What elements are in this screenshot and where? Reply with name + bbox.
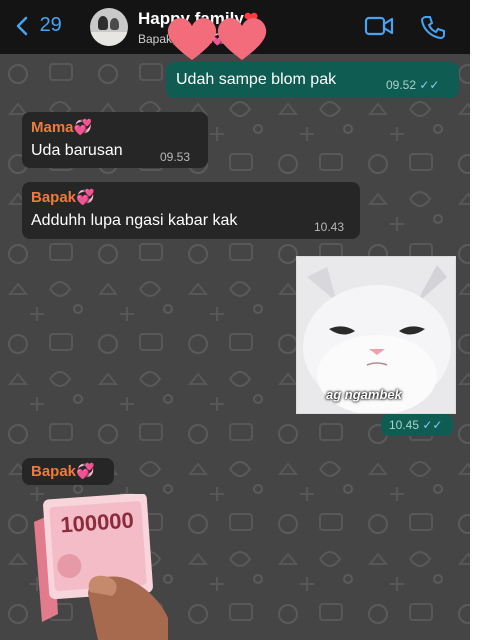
message-text: Uda barusan (31, 142, 123, 159)
message-text: Adduhh lupa ngasi kabar kak (31, 212, 238, 229)
banknote-value: 100000 (60, 507, 135, 537)
phone-icon[interactable] (420, 14, 446, 40)
double-check-icon: ✓✓ (419, 78, 440, 92)
sender-name: Bapak💞 (31, 189, 95, 206)
money-sticker[interactable]: 100000 (28, 494, 178, 640)
group-avatar[interactable] (90, 8, 128, 46)
double-check-icon: ✓✓ (422, 418, 443, 432)
back-button[interactable]: 29 (16, 14, 62, 37)
sticker-timestamp: 10.45 ✓✓ (381, 414, 453, 436)
message-time: 10.43 (314, 220, 345, 234)
sender-name: Mama💞 (31, 119, 93, 136)
chevron-left-icon (16, 16, 28, 35)
message-text: Udah sampe blom pak (176, 71, 337, 88)
incoming-message[interactable]: Bapak💞 (22, 458, 114, 485)
outgoing-message[interactable]: Udah sampe blom pak 09.52 ✓✓ (166, 62, 459, 98)
chat-header: 29 Happy family❤ Bapak, Mama💞, A... (0, 0, 470, 60)
unread-count: 29 (39, 14, 62, 37)
incoming-message[interactable]: Bapak💞 Adduhh lupa ngasi kabar kak 10.43 (22, 182, 360, 239)
message-time: 10.45 ✓✓ (389, 418, 443, 432)
message-time: 09.52 ✓✓ (386, 78, 440, 92)
heart-sticker-icon (167, 18, 267, 60)
sender-name: Bapak💞 (31, 463, 95, 480)
chat-screen: 29 Happy family❤ Bapak, Mama💞, A... Udah… (0, 0, 470, 640)
incoming-message[interactable]: Mama💞 Uda barusan 09.53 (22, 112, 208, 168)
video-call-icon[interactable] (364, 14, 394, 38)
page-margin (470, 0, 479, 640)
message-time: 09.53 (160, 150, 191, 164)
sticker-caption: ag ngambek (326, 387, 402, 402)
